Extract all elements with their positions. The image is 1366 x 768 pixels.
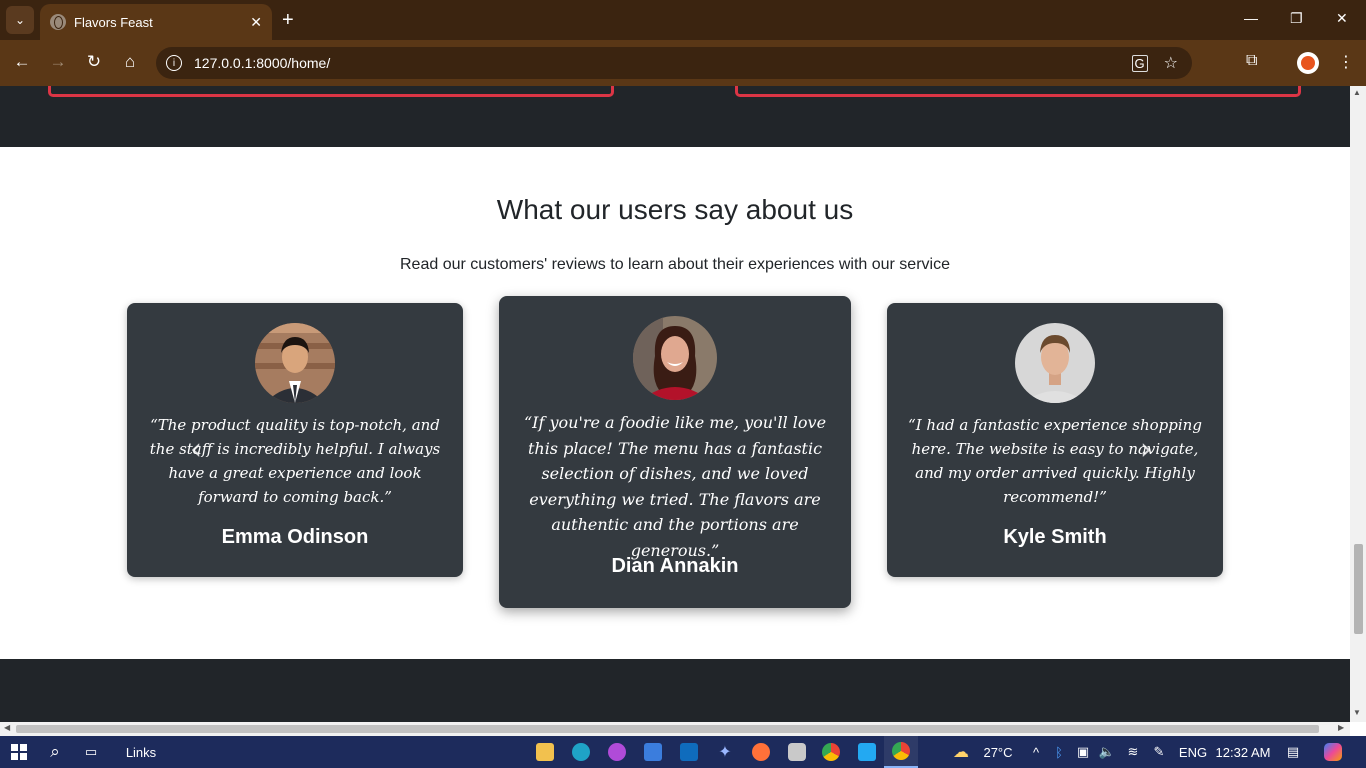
site-info-icon[interactable]: i xyxy=(166,55,182,71)
bluetooth-icon[interactable]: ᛒ xyxy=(1050,736,1068,768)
address-bar[interactable]: i 127.0.0.1:8000/home/ G ☆ xyxy=(156,47,1192,79)
profile-avatar[interactable] xyxy=(1297,52,1319,74)
horizontal-scrollbar[interactable]: ◀ ▶ xyxy=(0,722,1350,736)
previous-section xyxy=(0,86,1350,147)
scroll-right-icon[interactable]: ▶ xyxy=(1338,723,1344,732)
page-viewport: What our users say about us Read our cus… xyxy=(0,86,1350,722)
edge-icon[interactable] xyxy=(570,736,592,768)
language-indicator[interactable]: ENG xyxy=(1176,736,1210,768)
testimonial-quote: “If you're a foodie like me, you'll love… xyxy=(523,413,827,560)
chevron-right-icon[interactable]: › xyxy=(1140,432,1152,467)
firefox-icon[interactable] xyxy=(750,736,772,768)
home-button[interactable]: ⌂ xyxy=(119,52,141,72)
scroll-left-icon[interactable]: ◀ xyxy=(4,723,10,732)
bookmark-star-icon[interactable]: ☆ xyxy=(1164,53,1178,73)
taskbar: ⌕ ▭ Links ✦ ☁ 27°C ^ ᛒ ▣ 🔈 ≋ ✎ ENG 12:32… xyxy=(0,736,1366,768)
chrome-active-icon[interactable] xyxy=(884,736,918,768)
browser-tab-bar: ⌄ Flavors Feast ✕ + — ❐ ✕ xyxy=(0,0,1366,40)
minimize-button[interactable]: — xyxy=(1244,10,1258,26)
pen-icon[interactable]: ✎ xyxy=(1150,736,1168,768)
scroll-down-icon[interactable]: ▼ xyxy=(1353,708,1361,717)
footer-section xyxy=(0,659,1350,722)
camera-icon[interactable]: ▣ xyxy=(1074,736,1092,768)
copilot-icon[interactable]: ✦ xyxy=(714,736,736,768)
outlook-icon[interactable] xyxy=(678,736,700,768)
volume-icon[interactable]: 🔈 xyxy=(1098,736,1116,768)
testimonial-name: Kyle Smith xyxy=(1003,526,1107,548)
close-window-button[interactable]: ✕ xyxy=(1336,10,1348,27)
restore-button[interactable]: ❐ xyxy=(1290,10,1303,27)
wifi-icon[interactable]: ≋ xyxy=(1124,736,1142,768)
task-view-icon[interactable]: ▭ xyxy=(80,736,102,768)
tab-title: Flavors Feast xyxy=(74,14,153,30)
section-heading: What our users say about us xyxy=(496,194,854,225)
browser-tab[interactable]: Flavors Feast ✕ xyxy=(40,4,272,40)
testimonial-quote: “I had a fantastic experience shopping h… xyxy=(908,416,1202,506)
globe-icon xyxy=(50,14,66,30)
clock[interactable]: 12:32 AM xyxy=(1214,736,1272,768)
red-bordered-card xyxy=(735,86,1301,97)
copilot-app-icon[interactable] xyxy=(1320,736,1346,768)
tab-search-button[interactable]: ⌄ xyxy=(6,6,34,34)
scrollbar-thumb[interactable] xyxy=(1354,544,1363,634)
chrome-icon[interactable] xyxy=(820,736,842,768)
url-text[interactable]: 127.0.0.1:8000/home/ xyxy=(194,55,1132,71)
scrollbar-thumb[interactable] xyxy=(16,725,1319,733)
forward-button[interactable]: → xyxy=(47,52,69,72)
windows-start-icon[interactable] xyxy=(8,736,30,768)
testimonial-name: Emma Odinson xyxy=(221,526,369,548)
section-subheading: Read our customers' reviews to learn abo… xyxy=(400,256,950,273)
show-hidden-icons-icon[interactable]: ^ xyxy=(1028,736,1044,768)
red-bordered-card xyxy=(48,86,614,97)
browser-toolbar: ← → ↻ ⌂ i 127.0.0.1:8000/home/ G ☆ ⧉ ⋮ xyxy=(0,40,1366,86)
links-toolbar[interactable]: Links xyxy=(116,736,166,768)
extensions-icon[interactable]: ⧉ xyxy=(1246,52,1257,70)
database-icon[interactable] xyxy=(786,736,808,768)
close-tab-icon[interactable]: ✕ xyxy=(250,14,262,31)
testimonial-name: Dian Annakin xyxy=(611,555,739,577)
search-icon[interactable]: ⌕ xyxy=(44,736,66,768)
new-tab-button[interactable]: + xyxy=(282,8,294,32)
avatar xyxy=(1015,323,1095,403)
weather-icon[interactable]: ☁ xyxy=(946,736,976,768)
notifications-icon[interactable]: ▤ xyxy=(1282,736,1304,768)
chevron-left-icon[interactable]: ‹ xyxy=(190,432,202,467)
testimonial-card: “I had a fantastic experience shopping h… xyxy=(887,303,1223,577)
file-explorer-icon[interactable] xyxy=(534,736,556,768)
browser-menu-icon[interactable]: ⋮ xyxy=(1338,52,1354,72)
reload-button[interactable]: ↻ xyxy=(83,52,105,72)
store-icon[interactable] xyxy=(642,736,664,768)
avatar xyxy=(633,316,717,400)
testimonial-card-active: “If you're a foodie like me, you'll love… xyxy=(499,296,851,608)
app-icon[interactable] xyxy=(606,736,628,768)
testimonial-card: “The product quality is top-notch, and t… xyxy=(127,303,463,577)
vscode-icon[interactable] xyxy=(856,736,878,768)
vertical-scrollbar[interactable]: ▲ ▼ xyxy=(1350,86,1366,722)
scroll-up-icon[interactable]: ▲ xyxy=(1353,88,1361,97)
translate-icon[interactable]: G xyxy=(1131,54,1148,72)
avatar xyxy=(255,323,335,403)
temperature[interactable]: 27°C xyxy=(978,736,1018,768)
back-button[interactable]: ← xyxy=(11,52,33,72)
